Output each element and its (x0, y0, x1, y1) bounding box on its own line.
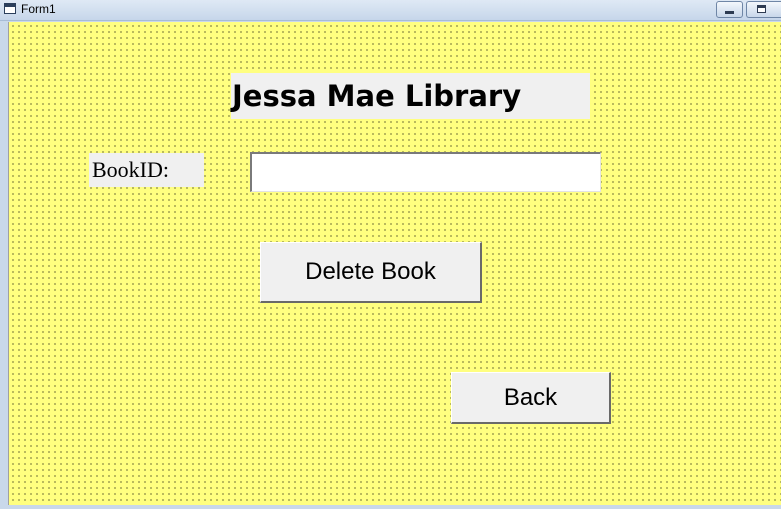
book-id-input[interactable] (250, 152, 601, 192)
title-bar[interactable]: Form1 (0, 0, 781, 21)
book-id-label: BookID: (89, 153, 204, 187)
form-window-icon (4, 3, 16, 14)
minimize-icon (725, 11, 734, 14)
back-button[interactable]: Back (451, 372, 611, 424)
window-title: Form1 (21, 2, 56, 16)
maximize-button[interactable] (746, 1, 781, 18)
library-heading-label: Jessa Mae Library (231, 73, 590, 119)
window-left-border (0, 21, 8, 509)
window-bottom-border (0, 505, 781, 509)
form1-window: Form1 Jessa Mae Library BookID: Delete B… (0, 0, 781, 509)
minimize-button[interactable] (716, 1, 743, 18)
delete-book-button[interactable]: Delete Book (260, 242, 482, 303)
maximize-icon (757, 5, 766, 13)
